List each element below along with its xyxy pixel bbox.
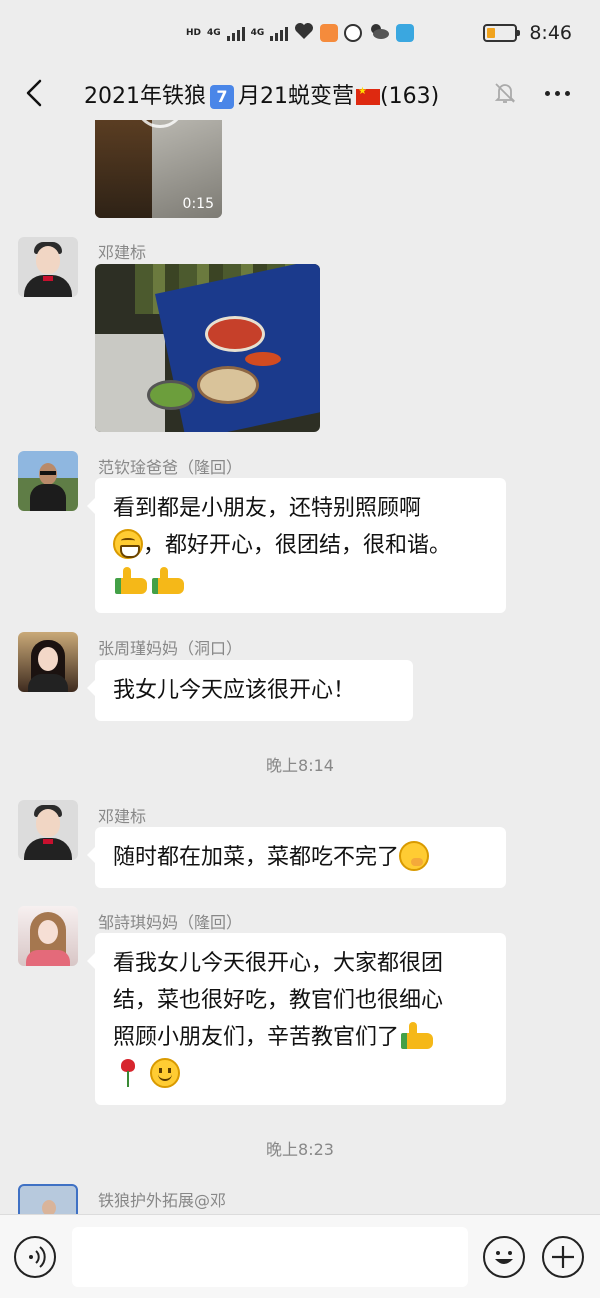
notes-app-icon bbox=[396, 24, 415, 42]
message-line: 结，菜也很好吃，教官们也很细心 bbox=[113, 988, 444, 1013]
back-icon bbox=[26, 79, 42, 107]
hd-icon: HD bbox=[186, 28, 202, 38]
message-bubble[interactable]: 看我女儿今天很开心，大家都很团 结，菜也很好吃，教官们也很细心 照顾小朋友们，辛… bbox=[87, 933, 506, 1105]
chat-title-prefix: 2021年铁狼 bbox=[84, 84, 206, 109]
video-message[interactable]: 0:15 bbox=[95, 120, 222, 218]
heart-rate-icon bbox=[294, 22, 314, 44]
avatar[interactable] bbox=[18, 800, 78, 860]
more-icon-dot bbox=[564, 90, 570, 96]
input-bar bbox=[0, 1214, 600, 1298]
message-text: 随时都在加菜，菜都吃不完了 bbox=[113, 845, 400, 870]
message-bubble[interactable]: 看到都是小朋友，还特别照顾啊 ，都好开心，很团结，很和谐。 bbox=[87, 478, 506, 613]
network-type-label-2: 4G bbox=[250, 28, 265, 38]
timestamp: 晚上8:23 bbox=[266, 1140, 334, 1159]
thumbs-up-emoji-icon bbox=[399, 1021, 434, 1051]
message-line: 我女儿今天应该很开心！ bbox=[113, 678, 356, 703]
message-bubble[interactable]: 随时都在加菜，菜都吃不完了 bbox=[87, 827, 506, 888]
sender-name: 邓建标 bbox=[98, 807, 147, 826]
timestamp: 晚上8:14 bbox=[266, 756, 334, 775]
photo-hotpot bbox=[205, 316, 265, 352]
message-line: 随时都在加菜，菜都吃不完了 bbox=[113, 839, 488, 876]
status-bar: HD 4G 4G 8:46 bbox=[0, 0, 600, 66]
number-7-badge: 7 bbox=[210, 85, 234, 109]
status-time: 8:46 bbox=[529, 22, 572, 44]
video-duration: 0:15 bbox=[182, 196, 214, 212]
signal-4g-icon bbox=[270, 25, 289, 41]
photo-greens-bowl bbox=[147, 380, 195, 410]
message-text: ，都好开心，很团结，很和谐。 bbox=[143, 533, 452, 558]
voice-button[interactable] bbox=[14, 1236, 56, 1278]
mute-bell-icon bbox=[492, 80, 518, 106]
grin-emoji-icon bbox=[113, 529, 143, 559]
sender-name: 张周瑾妈妈（洞口） bbox=[98, 639, 243, 658]
battery-level-fill bbox=[487, 28, 496, 38]
message-input[interactable] bbox=[72, 1227, 468, 1287]
back-button[interactable] bbox=[16, 75, 52, 111]
chat-message-list[interactable]: 0:15 邓建标 范钦琻爸爸（隆回） 看到都是小朋友，还特别照顾啊 ，都好开心，… bbox=[0, 120, 600, 1214]
message-line: 看到都是小朋友，还特别照顾啊 bbox=[113, 496, 422, 521]
status-right: 8:46 bbox=[483, 22, 572, 44]
more-button[interactable] bbox=[540, 78, 574, 108]
thumbs-up-emoji-icon bbox=[150, 566, 184, 596]
avatar[interactable] bbox=[18, 237, 78, 297]
sender-name: 范钦琻爸爸（隆回） bbox=[98, 458, 243, 477]
chat-title-middle: 月21蜕变营 bbox=[238, 84, 354, 109]
health-app-icon bbox=[320, 24, 339, 42]
sender-name: 邹詩琪妈妈（隆回） bbox=[98, 913, 243, 932]
weather-icon bbox=[368, 22, 390, 44]
network-type-label: 4G bbox=[207, 28, 221, 38]
message-line: 看我女儿今天很开心，大家都很团 bbox=[113, 951, 444, 976]
message-line: 照顾小朋友们，辛苦教官们了 bbox=[113, 1019, 488, 1056]
avatar[interactable] bbox=[18, 906, 78, 966]
photo-soup-bowl bbox=[197, 366, 259, 404]
message-line bbox=[113, 564, 488, 601]
video-frame-door bbox=[95, 120, 153, 218]
smile-emoji-icon bbox=[150, 1058, 180, 1088]
voice-icon bbox=[29, 1246, 46, 1268]
image-message[interactable] bbox=[95, 264, 320, 432]
rose-emoji-icon bbox=[113, 1058, 143, 1088]
message-text: 照顾小朋友们，辛苦教官们了 bbox=[113, 1025, 400, 1050]
message-bubble[interactable]: 我女儿今天应该很开心！ bbox=[87, 660, 413, 721]
thumbs-up-emoji-icon bbox=[113, 566, 147, 596]
more-functions-button[interactable] bbox=[542, 1236, 584, 1278]
avatar[interactable] bbox=[18, 632, 78, 692]
sender-name: 铁狼护外拓展@邓 bbox=[98, 1191, 227, 1210]
member-count: (163) bbox=[380, 84, 440, 109]
china-flag-icon bbox=[356, 86, 380, 105]
avatar[interactable] bbox=[18, 1184, 78, 1214]
photo-plate bbox=[245, 352, 281, 366]
message-line: ，都好开心，很团结，很和谐。 bbox=[113, 527, 488, 564]
avatar[interactable] bbox=[18, 451, 78, 511]
shield-app-icon bbox=[344, 24, 363, 42]
chat-title: 2021年铁狼7月21蜕变营 (163) bbox=[84, 78, 439, 110]
chat-header: 2021年铁狼7月21蜕变营 (163) bbox=[0, 66, 600, 120]
status-icons: HD 4G 4G bbox=[186, 22, 415, 44]
battery-icon bbox=[483, 24, 521, 42]
emoji-button[interactable] bbox=[483, 1236, 525, 1278]
signal-4g-icon bbox=[226, 25, 245, 41]
thinking-emoji-icon bbox=[399, 841, 430, 871]
more-icon bbox=[544, 90, 550, 96]
sender-name: 邓建标 bbox=[98, 243, 147, 262]
plus-icon bbox=[552, 1246, 574, 1268]
emoji-icon bbox=[495, 1251, 513, 1264]
message-line bbox=[113, 1056, 488, 1093]
more-icon-dot bbox=[554, 90, 560, 96]
